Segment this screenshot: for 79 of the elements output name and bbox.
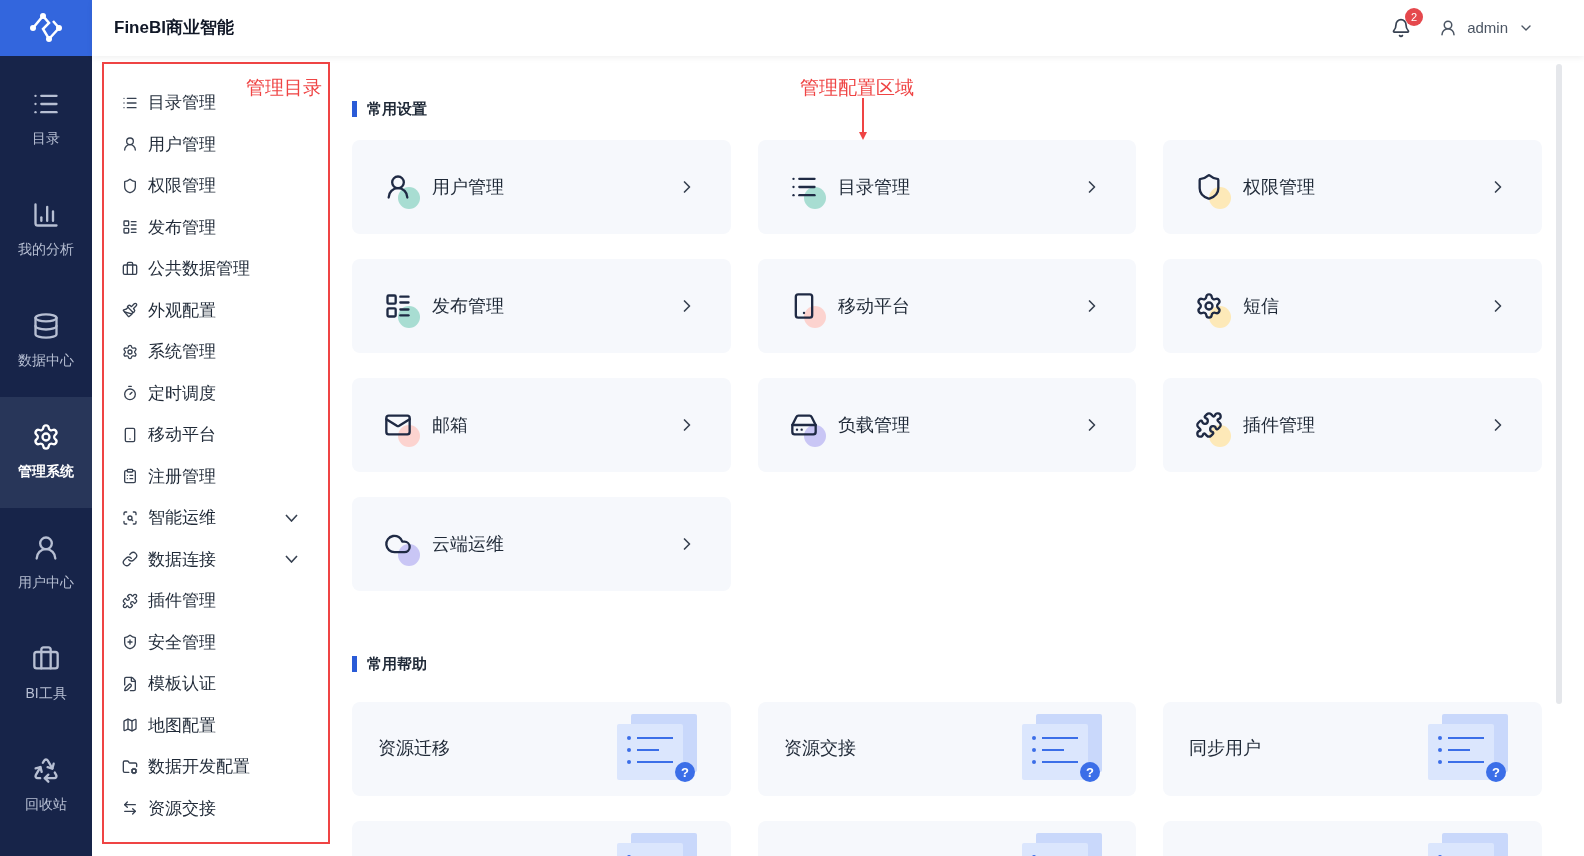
sidebar-item[interactable]: 地图配置 (122, 704, 216, 746)
bell-icon (1391, 18, 1412, 38)
sidebar-item[interactable]: 智能运维 (122, 497, 298, 539)
file-pen-icon (122, 675, 138, 692)
sidebar-item[interactable]: 资源交接 (122, 787, 216, 829)
user-menu[interactable]: admin (1439, 16, 1534, 40)
settings-card[interactable]: 发布管理 (352, 259, 731, 353)
user-icon (1439, 19, 1458, 37)
annotation-label: 管理配置区域 (800, 76, 914, 100)
nav-item[interactable]: 用户中心 (0, 508, 92, 619)
settings-card[interactable]: 用户管理 (352, 140, 731, 234)
notification-button[interactable] (1391, 18, 1412, 38)
shield-icon (122, 177, 138, 194)
swap-icon (122, 800, 138, 817)
help-card[interactable]: 资源迁移 ? (352, 701, 731, 796)
settings-icon (1195, 292, 1224, 320)
nav-item[interactable]: 我的分析 (0, 175, 92, 286)
sidebar-item[interactable]: 模板认证 (122, 663, 216, 705)
section-marker (352, 656, 357, 673)
sidebar-item[interactable]: 数据开发配置 (122, 746, 250, 788)
bar-chart-icon (32, 201, 60, 229)
briefcase-icon (122, 260, 138, 277)
scan-icon (122, 509, 138, 526)
sidebar-item[interactable]: 公共数据管理 (122, 248, 250, 290)
nav-item[interactable]: 回收站 (0, 730, 92, 841)
help-card[interactable]: 同步用户 ? (1163, 701, 1542, 796)
settings-card[interactable]: 插件管理 (1163, 378, 1542, 472)
sidebar-item[interactable]: 插件管理 (122, 580, 216, 622)
puzzle-icon (122, 592, 138, 609)
puzzle-icon (1195, 411, 1224, 439)
phone-icon (122, 426, 138, 443)
settings-card[interactable]: 目录管理 (757, 140, 1137, 234)
timer-icon (122, 385, 138, 402)
layout-icon (122, 219, 138, 236)
shield-plus-icon (122, 634, 138, 651)
database-icon (32, 312, 60, 340)
sidebar-item[interactable]: 安全管理 (122, 621, 216, 663)
section-title: 常用帮助 (367, 654, 427, 674)
layout-icon (384, 292, 412, 320)
sidebar-item[interactable]: 注册管理 (122, 455, 216, 497)
sidebar-item[interactable]: 移动平台 (122, 414, 216, 456)
section-title: 常用设置 (367, 98, 427, 119)
nav-item[interactable]: 管理系统 (0, 397, 92, 508)
settings-card[interactable]: 负载管理 (757, 378, 1137, 472)
annotation-arrow (858, 98, 868, 140)
sidebar-item[interactable]: 用户管理 (122, 123, 216, 165)
paintbrush-icon (122, 302, 138, 319)
recycle-icon (32, 756, 60, 784)
nav-item[interactable]: BI工具 (0, 619, 92, 730)
settings-icon (32, 423, 60, 451)
settings-card[interactable]: 邮箱 (352, 378, 731, 472)
sidebar-item[interactable]: 数据连接 (122, 538, 298, 580)
nav-item[interactable]: 目录 (0, 64, 92, 175)
nav-item[interactable]: 数据中心 (0, 286, 92, 397)
sidebar-item[interactable]: 定时调度 (122, 372, 216, 414)
chevron-down-icon (285, 555, 298, 564)
settings-card[interactable]: 云端运维 (352, 497, 731, 591)
user-icon (122, 136, 138, 153)
app-title: FineBI商业智能 (114, 17, 234, 40)
settings-card[interactable]: 移动平台 (757, 259, 1137, 353)
sidebar-item[interactable]: 外观配置 (122, 289, 216, 331)
settings-card[interactable]: 短信 (1163, 259, 1542, 353)
briefcase-icon (32, 645, 60, 673)
sidebar-item[interactable]: 目录管理 (122, 82, 216, 124)
section-marker (352, 100, 357, 117)
notification-badge: 2 (1405, 8, 1424, 26)
logo-icon (27, 11, 65, 45)
map-icon (122, 717, 138, 734)
annotation-label: 管理目录 (246, 76, 322, 100)
folder-icon (122, 758, 138, 775)
settings-card[interactable]: 权限管理 (1163, 140, 1542, 234)
sidebar-item[interactable]: 权限管理 (122, 165, 216, 207)
sidebar-item[interactable]: 发布管理 (122, 206, 216, 248)
settings-icon (122, 343, 138, 360)
help-card[interactable]: 资源交接 ? (757, 701, 1137, 796)
chevron-down-icon (285, 513, 298, 522)
clipboard-icon (122, 468, 138, 485)
link-icon (122, 551, 138, 568)
sidebar-item[interactable]: 系统管理 (122, 331, 216, 373)
